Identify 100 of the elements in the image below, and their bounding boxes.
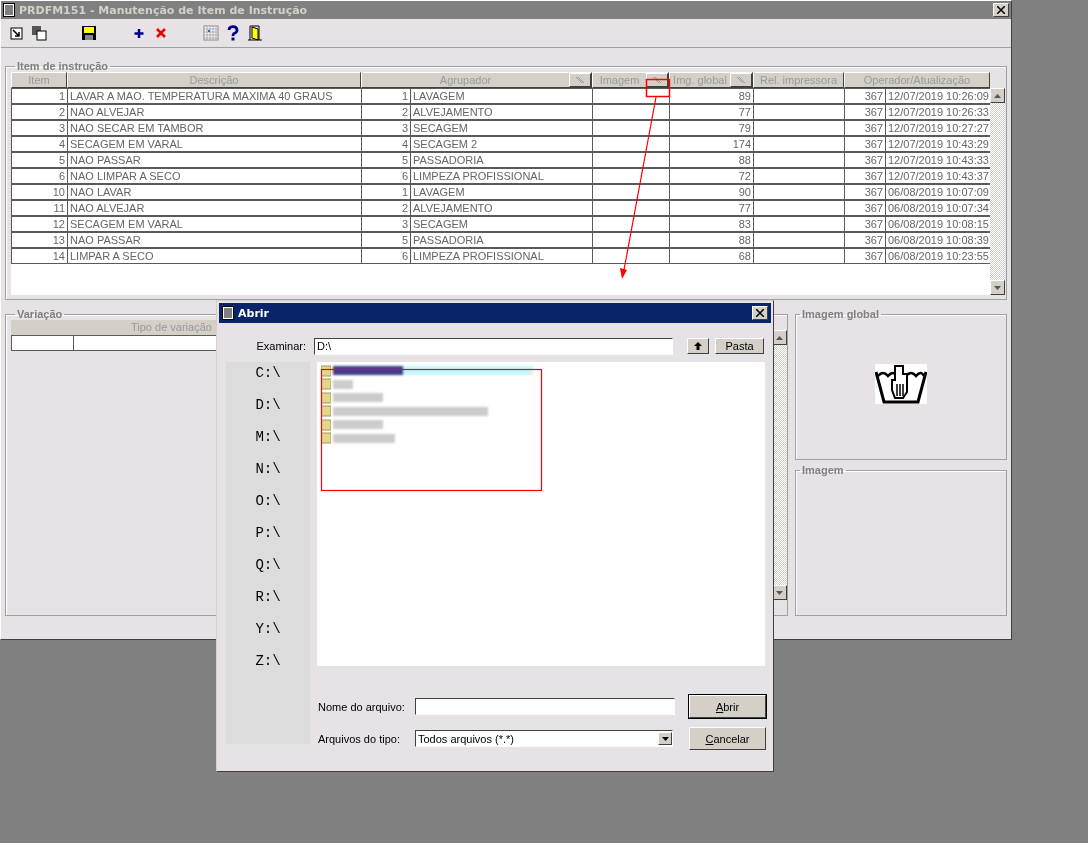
table-cell: 11: [11, 200, 68, 216]
table-cell: SECAGEM: [410, 216, 593, 232]
scroll-up-button[interactable]: [990, 88, 1005, 103]
folder-icon[interactable]: [321, 432, 331, 445]
look-in-label: Examinar:: [255, 340, 306, 352]
scroll-down-button[interactable]: [990, 280, 1005, 295]
table-cell: 5: [361, 152, 411, 168]
table-cell: 83: [669, 216, 754, 232]
table-cell: 14: [11, 248, 68, 264]
table-cell: 77: [669, 104, 754, 120]
table-cell: LAVAR A MAO. TEMPERATURA MAXIMA 40 GRAUS: [67, 88, 362, 104]
drive-item[interactable]: P:\: [255, 525, 281, 557]
drive-item[interactable]: N:\: [255, 461, 281, 493]
scrollbar[interactable]: [990, 88, 1005, 295]
export-icon[interactable]: [9, 25, 25, 41]
save-icon[interactable]: [81, 25, 97, 41]
table-cell: 367: [844, 88, 886, 104]
up-arrow-icon: [694, 342, 702, 350]
table-cell: 1: [361, 184, 411, 200]
sort-icon: [736, 76, 746, 84]
table-cell: 12/07/2019 10:43:33: [885, 152, 991, 168]
table-cell: 174: [669, 136, 754, 152]
drive-item[interactable]: R:\: [255, 589, 281, 621]
cancel-button[interactable]: Cancelar: [689, 727, 766, 750]
open-button[interactable]: Abrir: [689, 695, 766, 718]
table-cell: 5: [11, 152, 68, 168]
table-cell: SECAGEM EM VARAL: [67, 136, 362, 152]
group-title: Imagem: [801, 464, 845, 476]
table-cell: PASSADORIA: [410, 152, 593, 168]
close-button[interactable]: [993, 3, 1009, 17]
folder-icon[interactable]: [321, 418, 331, 431]
up-folder-button[interactable]: [687, 338, 709, 354]
sort-button[interactable]: [730, 73, 752, 87]
drive-item[interactable]: Q:\: [255, 557, 281, 589]
drive-item[interactable]: C:\: [255, 365, 281, 397]
table-cell: 367: [844, 248, 886, 264]
close-icon: [997, 6, 1005, 14]
table-cell: 4: [11, 136, 68, 152]
folder-icon[interactable]: [321, 405, 331, 418]
group-title: Imagem global: [801, 308, 881, 320]
table-cell: 06/08/2019 10:08:15: [885, 216, 991, 232]
folder-icon[interactable]: [321, 391, 331, 404]
table-cell: 10: [11, 184, 68, 200]
table-cell: 367: [844, 152, 886, 168]
table-cell: PASSADORIA: [410, 232, 593, 248]
table-cell: 12/07/2019 10:43:29: [885, 136, 991, 152]
drive-item[interactable]: M:\: [255, 429, 281, 461]
table-cell: 3: [11, 120, 68, 136]
table-cell: 367: [844, 200, 886, 216]
table-cell: SECAGEM EM VARAL: [67, 216, 362, 232]
table-cell: LIMPAR A SECO: [67, 248, 362, 264]
table-cell: 13: [11, 232, 68, 248]
file-type-dropdown[interactable]: Todos arquivos (*.*): [415, 730, 673, 747]
table-cell: NAO SECAR EM TAMBOR: [67, 120, 362, 136]
folder-button[interactable]: Pasta: [715, 338, 764, 354]
drive-item[interactable]: Z:\: [255, 653, 281, 685]
down-arrow-icon: [776, 590, 783, 595]
table-cell: 367: [844, 104, 886, 120]
table-cell: 06/08/2019 10:07:09: [885, 184, 991, 200]
look-in-field[interactable]: D:\: [314, 337, 673, 355]
group-title: Variação: [16, 308, 64, 320]
drive-item[interactable]: O:\: [255, 493, 281, 525]
file-name-field[interactable]: [415, 698, 675, 715]
dropdown-button[interactable]: [658, 732, 672, 745]
group-title: Item de instrução: [16, 60, 110, 72]
sort-button[interactable]: [569, 73, 591, 87]
table-cell: 12/07/2019 10:26:33: [885, 104, 991, 120]
table-cell: 2: [361, 104, 411, 120]
drive-item[interactable]: D:\: [255, 397, 281, 429]
table-cell: 3: [361, 216, 411, 232]
table-cell: 12/07/2019 10:43:37: [885, 168, 991, 184]
folder-icon[interactable]: [321, 378, 331, 391]
table-cell: 367: [844, 216, 886, 232]
table-cell: SECAGEM 2: [410, 136, 593, 152]
close-button[interactable]: [752, 306, 768, 320]
file-name-label: Nome do arquivo:: [317, 700, 406, 713]
exit-door-icon[interactable]: [247, 25, 263, 41]
windows-icon[interactable]: [31, 25, 47, 41]
table-cell: [11, 335, 74, 351]
close-icon: [756, 309, 764, 317]
table-cell: NAO PASSAR: [67, 152, 362, 168]
window-title: PRDFM151 - Manutenção de Item de Instrução: [19, 3, 309, 17]
folder-icon[interactable]: [321, 364, 331, 377]
table-cell: SECAGEM: [410, 120, 593, 136]
table-cell: 88: [669, 232, 754, 248]
help-icon[interactable]: [225, 25, 241, 41]
dialog-title: Abrir: [238, 306, 270, 320]
sort-icon: [652, 76, 662, 84]
table-cell: 12/07/2019 10:27:27: [885, 120, 991, 136]
document-icon: [222, 306, 234, 320]
table-cell: NAO ALVEJAR: [67, 104, 362, 120]
table-cell: 6: [361, 168, 411, 184]
table-cell: 6: [11, 168, 68, 184]
table-cell: NAO ALVEJAR: [67, 200, 362, 216]
table-cell: 3: [361, 120, 411, 136]
up-arrow-icon: [776, 335, 783, 340]
down-arrow-icon: [994, 285, 1001, 290]
table-cell: 88: [669, 152, 754, 168]
drive-item[interactable]: Y:\: [255, 621, 281, 653]
table-cell: 367: [844, 184, 886, 200]
